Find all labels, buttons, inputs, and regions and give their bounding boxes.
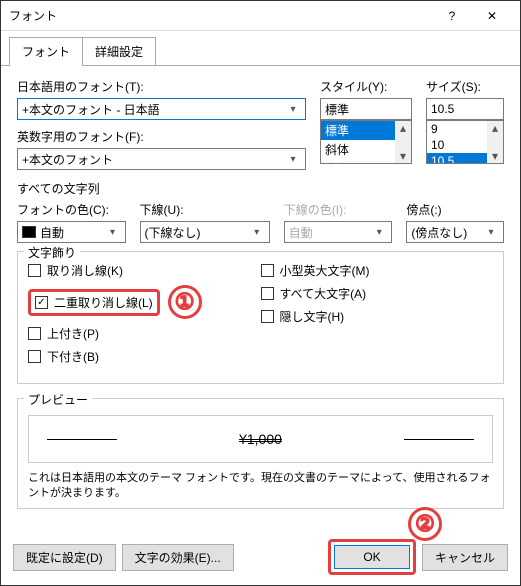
style-input[interactable]: 標準 — [320, 98, 412, 120]
preview-note: これは日本語用の本文のテーマ フォントです。現在の文書のテーマによって、使用され… — [28, 471, 493, 502]
hidden-checkbox[interactable]: 隠し文字(H) — [261, 308, 494, 325]
annotation-two: ② — [408, 507, 442, 541]
chevron-down-icon: ▾ — [285, 104, 301, 115]
underline-label: 下線(U): — [140, 201, 270, 218]
en-font-select[interactable]: +本文のフォント ▾ — [17, 148, 306, 170]
size-label: サイズ(S): — [426, 78, 504, 95]
preview-area: ¥1,000 — [28, 415, 493, 463]
underline-color-select: 自動 ▾ — [284, 221, 393, 243]
help-button[interactable]: ? — [432, 2, 472, 30]
size-listbox[interactable]: 9 10 10.5 ▴▾ — [426, 120, 504, 164]
cancel-button[interactable]: キャンセル — [422, 544, 508, 571]
preview-text: ¥1,000 — [239, 431, 282, 447]
chevron-down-icon: ▾ — [285, 154, 301, 165]
dialog-title: フォント — [9, 7, 432, 24]
underline-select[interactable]: (下線なし) ▾ — [140, 221, 270, 243]
set-default-button[interactable]: 既定に設定(D) — [13, 544, 116, 571]
scrollbar[interactable]: ▴▾ — [487, 121, 503, 163]
chevron-down-icon: ▾ — [371, 227, 387, 238]
style-listbox[interactable]: 標準 斜体 太字 ▴▾ — [320, 120, 412, 164]
strikethrough-checkbox[interactable]: 取り消し線(K) — [28, 262, 261, 279]
chevron-down-icon: ▾ — [105, 227, 121, 238]
chevron-down-icon: ▾ — [249, 227, 265, 238]
color-swatch — [22, 226, 36, 238]
tab-advanced[interactable]: 詳細設定 — [82, 37, 156, 65]
double-strikethrough-checkbox[interactable]: ✓二重取り消し線(L) — [35, 294, 153, 311]
emphasis-select[interactable]: (傍点なし) ▾ — [406, 221, 504, 243]
chevron-down-icon: ▾ — [483, 227, 499, 238]
preview-legend: プレビュー — [24, 391, 92, 408]
jp-font-label: 日本語用のフォント(T): — [17, 78, 306, 95]
font-color-select[interactable]: 自動 ▾ — [17, 221, 126, 243]
annotation-one: ① — [168, 285, 202, 319]
emphasis-label: 傍点(:) — [406, 201, 504, 218]
smallcaps-checkbox[interactable]: 小型英大文字(M) — [261, 262, 494, 279]
en-font-label: 英数字用のフォント(F): — [17, 128, 306, 145]
style-label: スタイル(Y): — [320, 78, 412, 95]
subscript-checkbox[interactable]: 下付き(B) — [28, 348, 261, 365]
close-button[interactable]: ✕ — [472, 2, 512, 30]
scrollbar[interactable]: ▴▾ — [395, 121, 411, 163]
tab-font[interactable]: フォント — [9, 37, 83, 65]
ok-button[interactable]: OK — [334, 545, 410, 569]
allcaps-checkbox[interactable]: すべて大文字(A) — [261, 285, 494, 302]
superscript-checkbox[interactable]: 上付き(P) — [28, 325, 261, 342]
text-effects-button[interactable]: 文字の効果(E)... — [122, 544, 234, 571]
decorations-legend: 文字飾り — [24, 244, 80, 261]
underline-color-label: 下線の色(I): — [284, 201, 393, 218]
all-text-label: すべての文字列 — [17, 180, 504, 197]
size-input[interactable]: 10.5 — [426, 98, 504, 120]
jp-font-select[interactable]: +本文のフォント - 日本語 ▾ — [17, 98, 306, 120]
font-color-label: フォントの色(C): — [17, 201, 126, 218]
